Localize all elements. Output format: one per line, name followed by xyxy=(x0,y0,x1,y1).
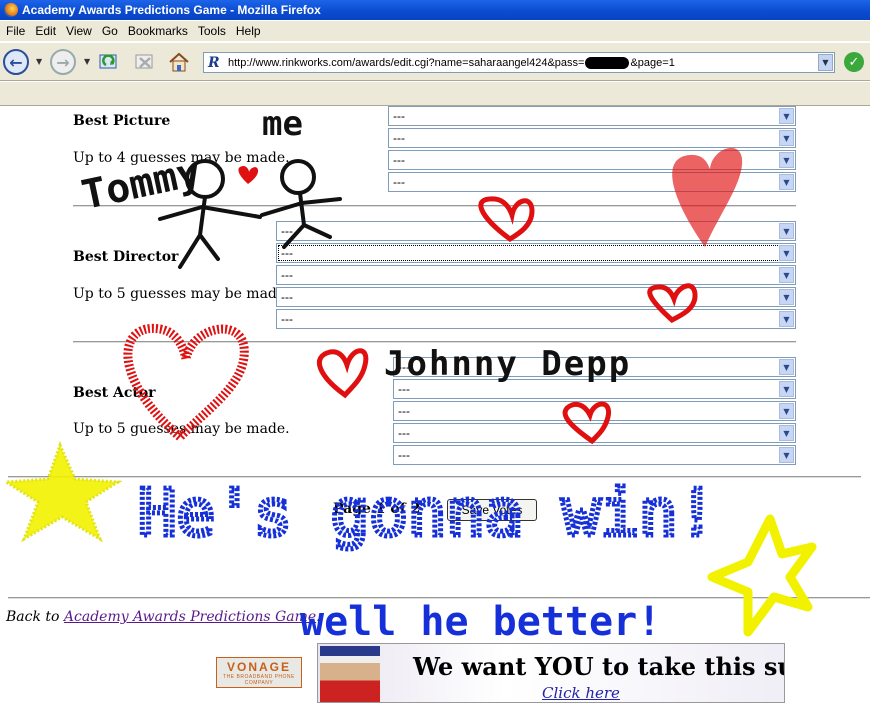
chevron-down-icon: ▼ xyxy=(779,289,794,305)
select-value: --- xyxy=(281,268,293,282)
stop-icon[interactable] xyxy=(134,51,156,73)
best-director-select-2[interactable]: --- ▼ xyxy=(276,243,796,263)
firefox-icon xyxy=(4,3,18,17)
best-picture-select-4[interactable]: --- ▼ xyxy=(388,172,796,192)
address-url-tail: &page=1 xyxy=(630,56,675,69)
chevron-down-icon: ▼ xyxy=(779,311,794,327)
best-actor-select-4[interactable]: --- ▼ xyxy=(393,423,796,443)
best-actor-select-3[interactable]: --- ▼ xyxy=(393,401,796,421)
address-history-dropdown-icon[interactable]: ▼ xyxy=(818,54,833,71)
select-value: --- xyxy=(398,360,410,374)
category-title-best-director: Best Director xyxy=(73,249,179,265)
select-value: --- xyxy=(398,448,410,462)
vonage-brand: VONAGE xyxy=(226,660,291,674)
forward-arrow-icon[interactable]: → xyxy=(50,49,76,75)
chevron-down-icon: ▼ xyxy=(779,447,794,463)
category-hint-best-actor: Up to 5 guesses may be made. xyxy=(73,421,290,437)
select-value: --- xyxy=(281,312,293,326)
best-director-select-5[interactable]: --- ▼ xyxy=(276,309,796,329)
menu-help[interactable]: Help xyxy=(232,24,267,38)
best-director-select-4[interactable]: --- ▼ xyxy=(276,287,796,307)
menu-view[interactable]: View xyxy=(62,24,98,38)
menu-file[interactable]: File xyxy=(2,24,31,38)
select-value: --- xyxy=(281,246,293,260)
back-link[interactable]: Academy Awards Predictions Game xyxy=(64,609,316,625)
window-title: Academy Awards Predictions Game - Mozill… xyxy=(22,3,321,17)
select-value: --- xyxy=(398,426,410,440)
menu-bookmarks[interactable]: Bookmarks xyxy=(124,24,194,38)
select-value: --- xyxy=(281,224,293,238)
best-picture-select-2[interactable]: --- ▼ xyxy=(388,128,796,148)
vonage-ad[interactable]: VONAGE THE BROADBAND PHONE COMPANY xyxy=(216,657,302,688)
category-title-best-picture: Best Picture xyxy=(73,113,171,129)
select-value: --- xyxy=(393,109,405,123)
select-value: --- xyxy=(393,131,405,145)
category-hint-best-director: Up to 5 guesses may be made. xyxy=(73,286,290,302)
reload-icon[interactable] xyxy=(98,51,120,73)
page-indicator: Page 1 of 2 xyxy=(333,501,421,517)
select-value: --- xyxy=(398,382,410,396)
survey-headline: We want YOU to take this survey! xyxy=(413,652,784,681)
chevron-down-icon: ▼ xyxy=(779,245,794,261)
best-picture-select-3[interactable]: --- ▼ xyxy=(388,150,796,170)
chevron-down-icon: ▼ xyxy=(779,223,794,239)
separator xyxy=(8,597,870,599)
separator xyxy=(73,205,796,207)
home-icon[interactable] xyxy=(168,51,190,73)
site-favicon-icon: R xyxy=(208,55,220,71)
vonage-tagline: THE BROADBAND PHONE COMPANY xyxy=(223,674,295,686)
back-suffix: . xyxy=(316,609,321,625)
chevron-down-icon: ▼ xyxy=(779,403,794,419)
chevron-down-icon: ▼ xyxy=(779,425,794,441)
toolbar-spacer xyxy=(0,82,870,106)
survey-click-here-link[interactable]: Click here xyxy=(542,684,620,702)
back-arrow-icon[interactable]: ← xyxy=(3,49,29,75)
chevron-down-icon: ▼ xyxy=(779,267,794,283)
menu-tools[interactable]: Tools xyxy=(194,24,232,38)
best-director-select-1[interactable]: --- ▼ xyxy=(276,221,796,241)
address-bar[interactable]: R http://www.rinkworks.com/awards/edit.c… xyxy=(203,52,835,73)
select-value: --- xyxy=(398,404,410,418)
navigation-toolbar: ← ▼ → ▼ R http://www.rinkworks.com/award… xyxy=(0,43,870,81)
chevron-down-icon: ▼ xyxy=(779,381,794,397)
back-prefix: Back to xyxy=(6,609,64,625)
best-actor-select-2[interactable]: --- ▼ xyxy=(393,379,796,399)
menu-bar: File Edit View Go Bookmarks Tools Help xyxy=(0,21,870,42)
save-votes-button[interactable]: Save Votes xyxy=(447,499,537,521)
best-director-select-3[interactable]: --- ▼ xyxy=(276,265,796,285)
menu-edit[interactable]: Edit xyxy=(31,24,62,38)
uncle-sam-image xyxy=(320,646,380,702)
separator xyxy=(8,476,861,478)
best-actor-select-5[interactable]: --- ▼ xyxy=(393,445,796,465)
survey-ad-banner[interactable]: We want YOU to take this survey! Click h… xyxy=(317,643,785,703)
back-link-line: Back to Academy Awards Predictions Game. xyxy=(6,609,321,625)
select-value: --- xyxy=(393,175,405,189)
chevron-down-icon: ▼ xyxy=(779,359,794,375)
page-content: Best Picture Up to 4 guesses may be made… xyxy=(0,106,870,712)
address-url: http://www.rinkworks.com/awards/edit.cgi… xyxy=(228,56,585,69)
forward-history-dropdown-icon[interactable]: ▼ xyxy=(84,57,90,66)
go-check-icon[interactable]: ✓ xyxy=(844,52,864,72)
category-title-best-actor: Best Actor xyxy=(73,385,156,401)
window-titlebar: Academy Awards Predictions Game - Mozill… xyxy=(0,0,870,20)
category-hint-best-picture: Up to 4 guesses may be made. xyxy=(73,150,290,166)
back-history-dropdown-icon[interactable]: ▼ xyxy=(36,57,42,66)
redacted-password-mark xyxy=(585,56,630,69)
best-picture-select-1[interactable]: --- ▼ xyxy=(388,106,796,126)
best-actor-select-1[interactable]: --- ▼ xyxy=(393,357,796,377)
chevron-down-icon: ▼ xyxy=(779,108,794,124)
chevron-down-icon: ▼ xyxy=(779,130,794,146)
chevron-down-icon: ▼ xyxy=(779,152,794,168)
separator xyxy=(73,341,796,343)
chevron-down-icon: ▼ xyxy=(779,174,794,190)
select-value: --- xyxy=(393,153,405,167)
select-value: --- xyxy=(281,290,293,304)
menu-go[interactable]: Go xyxy=(98,24,124,38)
